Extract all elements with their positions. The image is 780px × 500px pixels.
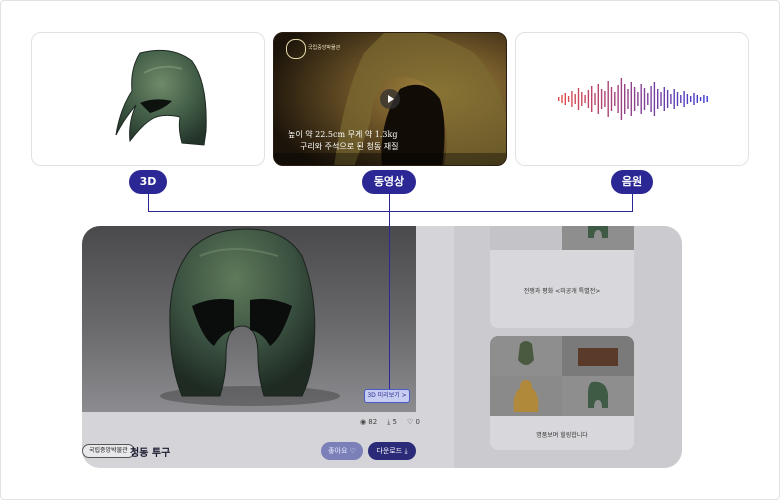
waveform-bar xyxy=(627,89,629,109)
museum-logo-icon xyxy=(286,39,306,59)
waveform-bar xyxy=(607,81,609,117)
video-logo-text: 국립중앙박물관 xyxy=(308,45,341,51)
download-button[interactable]: 다운로드 ⤓ xyxy=(368,442,416,460)
connector-3d xyxy=(148,194,149,211)
gallery-label-healing: 명품보며 힐링합니다 xyxy=(536,432,588,439)
waveform-bar xyxy=(643,88,646,110)
waveform-bar xyxy=(657,89,659,109)
waveform-bar xyxy=(696,95,698,103)
stats-row: ◉ 82 ⤓ 5 ♡ 0 xyxy=(360,418,420,427)
waveform-bar xyxy=(591,86,593,112)
waveform-bar xyxy=(633,87,636,111)
waveform-bar xyxy=(703,95,705,103)
views-stat: ◉ 82 xyxy=(359,418,378,426)
bronze-helmet-3d-image xyxy=(115,49,207,146)
waveform-bar xyxy=(610,87,613,111)
waveform-bar xyxy=(577,88,580,110)
waveform-bar xyxy=(604,91,606,107)
waveform-bar xyxy=(600,89,603,109)
gallery-thumb-box xyxy=(562,336,634,376)
gallery-thumb-helmet2 xyxy=(562,376,634,416)
waveform-bar xyxy=(571,91,573,107)
audio-waveform-icon xyxy=(558,78,708,120)
gallery-card-healing[interactable]: 명품보며 힐링합니다 xyxy=(490,336,634,450)
waveform-bar xyxy=(574,94,576,104)
sidebar: 전쟁과 평화 <미공개 특별전> 명품보며 힐링합니다 xyxy=(454,226,682,468)
waveform-bar xyxy=(676,92,679,106)
download-icon: ⤓ xyxy=(387,418,391,426)
video-caption-line2: 구리와 주석으로 된 청동 재질 xyxy=(300,142,399,151)
waveform-bar xyxy=(624,84,626,114)
waveform-bar xyxy=(567,96,570,102)
downloads-stat: ⤓ 5 xyxy=(387,418,398,426)
waveform-bar xyxy=(699,97,702,101)
gallery-thumb-vessel xyxy=(490,336,562,376)
play-button[interactable] xyxy=(380,89,400,109)
waveform-bar xyxy=(706,96,708,102)
waveform-bar xyxy=(617,85,619,113)
waveform-bar xyxy=(670,94,672,104)
eye-icon: ◉ xyxy=(359,418,367,426)
gallery-thumb-helmet xyxy=(562,226,634,250)
likes-stat: ♡ 0 xyxy=(407,418,420,426)
bronze-helmet-image xyxy=(160,228,340,406)
gallery-thumb-buddha xyxy=(490,376,562,416)
model3d-card[interactable] xyxy=(31,32,265,166)
detail-panel: 3D 미리보기 > ◉ 82 ⤓ 5 ♡ 0 국립중앙박물관 청동 투구 좋아요… xyxy=(82,226,682,468)
play-icon xyxy=(388,95,394,103)
waveform-bar xyxy=(594,93,596,105)
gallery-card-war-peace[interactable]: 전쟁과 평화 <미공개 특별전> xyxy=(490,226,634,328)
waveform-bar xyxy=(683,91,685,107)
waveform-bar xyxy=(614,92,616,106)
gallery-thumb xyxy=(490,226,562,250)
hero-image xyxy=(82,226,416,412)
video-label: 동영상 xyxy=(362,170,416,194)
audio-label: 음원 xyxy=(611,170,653,194)
heart-icon: ♡ xyxy=(407,418,414,426)
connector-audio xyxy=(632,194,633,211)
waveform-bar xyxy=(663,87,665,111)
item-title: 청동 투구 xyxy=(130,448,171,459)
waveform-bar xyxy=(686,94,689,104)
museum-badge: 국립중앙박물관 xyxy=(82,444,135,458)
like-button[interactable]: 좋아요 ♡ xyxy=(321,442,363,460)
model3d-label: 3D xyxy=(129,170,167,194)
connector-horizontal xyxy=(148,211,633,212)
waveform-bar xyxy=(673,89,675,109)
waveform-bar xyxy=(620,78,623,120)
waveform-bar xyxy=(680,95,682,103)
waveform-bar xyxy=(630,82,632,116)
video-card[interactable]: 국립중앙박물관 높이 약 22.5cm 무게 약 1.3kg 구리와 주석으로 … xyxy=(273,32,507,166)
waveform-bar xyxy=(647,93,649,105)
connector-video xyxy=(389,194,390,389)
waveform-bar xyxy=(666,90,669,108)
waveform-bar xyxy=(558,97,560,101)
waveform-bar xyxy=(693,93,695,105)
waveform-bar xyxy=(653,82,656,116)
video-caption-line1: 높이 약 22.5cm 무게 약 1.3kg xyxy=(288,130,398,139)
view-3d-hint-button[interactable]: 3D 미리보기 > xyxy=(364,389,410,403)
waveform-bar xyxy=(640,84,642,114)
waveform-bar xyxy=(637,92,639,106)
waveform-bar xyxy=(650,86,652,112)
waveform-bar xyxy=(581,92,583,106)
waveform-bar xyxy=(584,95,586,103)
waveform-bar xyxy=(690,96,692,102)
audio-card[interactable] xyxy=(515,32,749,166)
waveform-bar xyxy=(564,93,566,105)
waveform-bar xyxy=(561,95,563,103)
waveform-bar xyxy=(597,84,599,114)
waveform-bar xyxy=(660,92,662,106)
waveform-bar xyxy=(587,90,590,108)
gallery-label-war-peace: 전쟁과 평화 <미공개 특별전> xyxy=(523,288,601,295)
